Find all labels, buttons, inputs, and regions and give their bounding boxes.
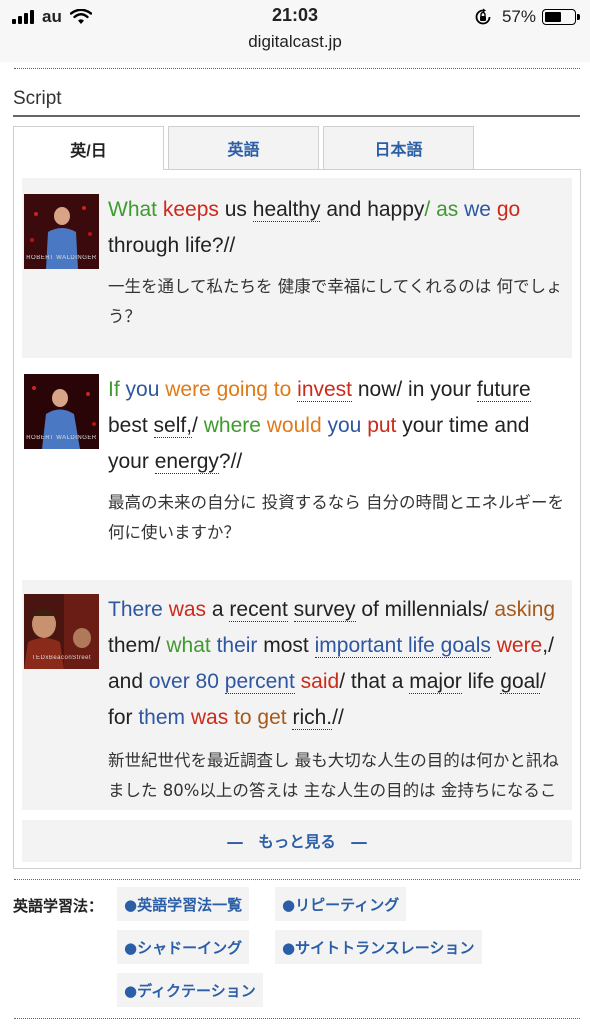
- sentence-segment: keeps: [162, 198, 219, 221]
- vocab-word[interactable]: recent: [229, 598, 288, 622]
- japanese-line: 新世紀世代を最近調査し 最も大切な人生の目的は何かと訊ねました 80%以上の答え…: [108, 751, 559, 800]
- status-bar: au 21:03 57% digitalcast.jp: [0, 0, 590, 62]
- sentence-segment: //: [332, 706, 344, 729]
- sentence-segment: best: [108, 414, 154, 437]
- sentence-segment: asking: [494, 598, 556, 621]
- sentence-segment: said: [300, 670, 340, 693]
- sentence-segment: go: [496, 198, 521, 221]
- sentence-segment: ?//: [218, 450, 243, 473]
- sentence-segment: we: [464, 198, 491, 221]
- link-learning-methods-list[interactable]: ●英語学習法一覧: [117, 887, 250, 921]
- address-bar[interactable]: digitalcast.jp: [0, 32, 590, 52]
- link-sight-translation[interactable]: ●サイトトランスレーション: [275, 930, 482, 964]
- vocab-word[interactable]: future: [476, 378, 531, 402]
- battery-percent: 57%: [501, 7, 536, 26]
- vocab-word[interactable]: rich.: [292, 706, 333, 730]
- learning-methods-label: 英語学習法：: [13, 897, 104, 915]
- japanese-line: 最高の未来の自分に 投資するなら 自分の時間とエネルギーを 何に使いますか？: [108, 493, 564, 542]
- vocab-word[interactable]: major: [409, 670, 462, 694]
- divider: [14, 68, 580, 69]
- sentence-segment: them/: [108, 634, 167, 657]
- vocab-word[interactable]: healthy: [252, 198, 321, 222]
- sentence-segment: us: [218, 198, 253, 221]
- sentence-segment: [219, 670, 225, 693]
- sentence-segment: their: [216, 634, 258, 657]
- vocab-word[interactable]: percent: [224, 670, 295, 694]
- japanese-line: 一生を通して私たちを 健康で幸福にしてくれるのは 何でしょう？: [108, 277, 563, 326]
- section-rule: [13, 115, 580, 117]
- sentence-segment: put: [367, 414, 397, 437]
- script-list: ROBERT WALDINGER What keeps us healthy a…: [22, 178, 572, 810]
- english-line: What keeps us healthy and happy/ as we g…: [108, 192, 568, 264]
- show-more-button[interactable]: ― もっと見る ―: [22, 820, 572, 862]
- script-entry: ROBERT WALDINGER If you were going to in…: [22, 364, 572, 574]
- sentence-segment: over 80: [148, 670, 219, 693]
- tab-japanese[interactable]: 日本語: [323, 126, 474, 169]
- sentence-segment: what: [166, 634, 211, 657]
- sentence-segment: now/ in your: [352, 378, 477, 401]
- script-panel: ROBERT WALDINGER What keeps us healthy a…: [13, 169, 581, 869]
- tab-english-japanese[interactable]: 英/日: [13, 126, 164, 170]
- sentence-segment: and happy: [320, 198, 425, 221]
- link-dictation[interactable]: ●ディクテーション: [117, 973, 263, 1007]
- sentence-segment: as: [436, 198, 459, 221]
- vocab-word[interactable]: survey: [293, 598, 356, 622]
- sentence-segment: of millennials/: [355, 598, 495, 621]
- vocab-word[interactable]: energy: [154, 450, 219, 474]
- sentence-segment: you: [125, 378, 160, 401]
- status-right: 57%: [474, 6, 580, 28]
- sentence-segment: What: [108, 198, 158, 221]
- rotation-lock-icon: [475, 8, 491, 25]
- sentence-segment: was: [168, 598, 207, 621]
- sentence-segment: you: [327, 414, 362, 437]
- speaker-thumbnail[interactable]: TEDxBeaconStreet: [24, 594, 99, 669]
- sentence-segment: where: [203, 414, 261, 437]
- sentence-segment: a: [206, 598, 230, 621]
- sentence-segment: /: [424, 198, 437, 221]
- tab-english[interactable]: 英語: [168, 126, 319, 169]
- speaker-thumbnail[interactable]: ROBERT WALDINGER: [24, 194, 99, 269]
- english-line: If you were going to invest now/ in your…: [108, 372, 568, 480]
- thumbnail-caption: ROBERT WALDINGER: [26, 255, 97, 261]
- vocab-word[interactable]: important life goals: [314, 634, 491, 658]
- script-entry: TEDxBeaconStreet There was a recent surv…: [22, 580, 572, 810]
- english-line: There was a recent survey of millennials…: [108, 592, 568, 736]
- sentence-segment: was: [190, 706, 229, 729]
- vocab-word[interactable]: self,: [153, 414, 193, 438]
- battery-icon: [542, 9, 580, 25]
- sentence-segment: If: [108, 378, 120, 401]
- link-shadowing[interactable]: ●シャドーイング: [117, 930, 250, 964]
- sentence-segment: most: [257, 634, 315, 657]
- sentence-segment: There: [108, 598, 163, 621]
- sentence-segment: through life?//: [108, 234, 236, 257]
- vocab-word[interactable]: goal: [500, 670, 540, 694]
- sentence-segment: /: [192, 414, 204, 437]
- link-repeating[interactable]: ●リピーティング: [275, 887, 407, 921]
- thumbnail-caption: TEDxBeaconStreet: [31, 655, 92, 661]
- sentence-segment: life: [461, 670, 501, 693]
- script-entry: ROBERT WALDINGER What keeps us healthy a…: [22, 178, 572, 358]
- divider: [14, 1018, 580, 1019]
- battery-level: [545, 12, 561, 22]
- sentence-segment: them: [138, 706, 186, 729]
- thumbnail-caption: ROBERT WALDINGER: [26, 435, 97, 441]
- sentence-segment: [288, 598, 294, 621]
- sentence-segment: to get: [234, 706, 287, 729]
- section-title: Script: [13, 88, 62, 109]
- speaker-thumbnail[interactable]: ROBERT WALDINGER: [24, 374, 99, 449]
- divider: [14, 879, 580, 880]
- sentence-segment: / that a: [339, 670, 410, 693]
- sentence-segment: were going to: [165, 378, 292, 401]
- sentence-segment: were: [496, 634, 543, 657]
- vocab-word[interactable]: invest: [297, 378, 353, 402]
- sentence-segment: would: [266, 414, 322, 437]
